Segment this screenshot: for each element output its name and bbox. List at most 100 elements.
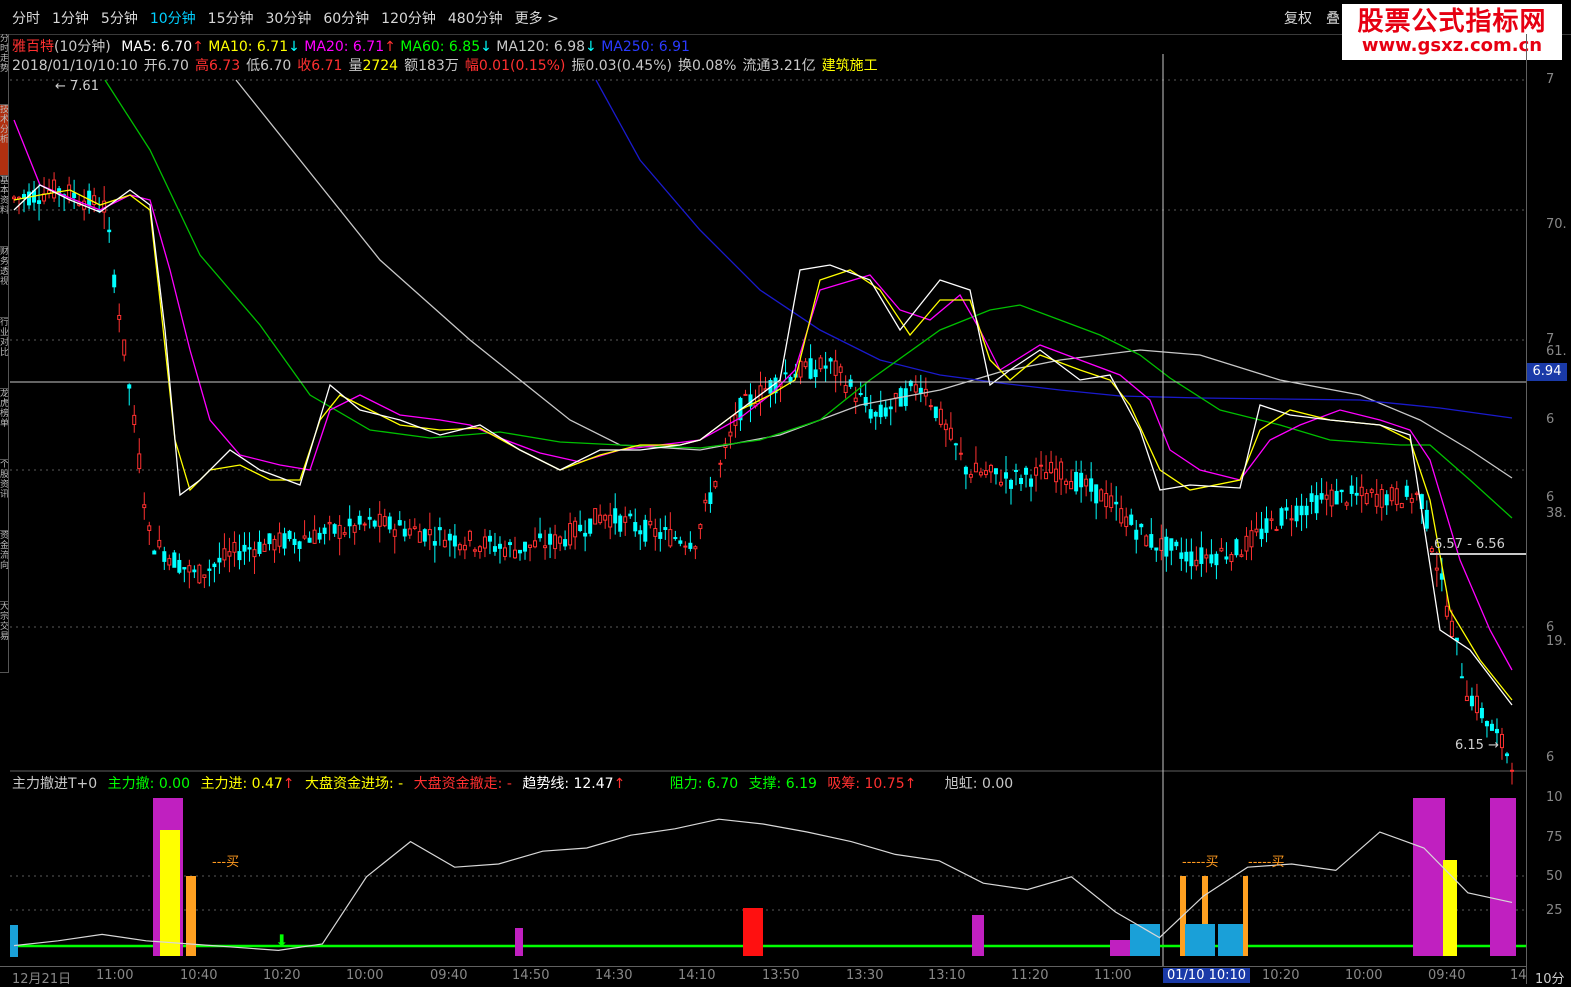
candle-body [1054, 468, 1059, 483]
kline-chart[interactable]: ← 7.61 6.57 - 6.56 6.15 → ---买 -----买 --… [0, 0, 1571, 984]
candle-body [177, 559, 182, 573]
candle-body [502, 547, 507, 557]
candle-body [1469, 695, 1474, 707]
candle-body [432, 541, 437, 546]
candle-body [492, 546, 497, 552]
candle-body [1279, 508, 1284, 526]
candle-body [578, 524, 583, 532]
candle-body [282, 533, 287, 549]
axis-tick: 6 [1546, 490, 1555, 505]
candle-body [783, 372, 788, 375]
candle-body [1094, 484, 1099, 504]
candle-body [608, 514, 613, 528]
candle-body [613, 508, 618, 524]
candle-body [1384, 494, 1389, 506]
candle-body [1329, 489, 1334, 507]
candle-body [252, 549, 257, 558]
candle-body [1259, 528, 1264, 540]
axis-tick: 6 [1546, 412, 1555, 427]
time-label: 13:30 [846, 968, 884, 983]
candle-body [1219, 547, 1224, 552]
axis-tick: 38. [1546, 506, 1567, 521]
candle-body [447, 533, 452, 541]
candle-body [202, 574, 207, 579]
candle-body [698, 524, 703, 530]
candle-body [618, 515, 623, 532]
candle-body [1324, 494, 1329, 500]
candle-body [973, 462, 978, 473]
candle-body [858, 393, 863, 396]
candle-body [362, 523, 367, 526]
candle-body [628, 513, 633, 517]
candle-body [708, 492, 713, 505]
candle-body [1314, 495, 1319, 514]
candle-body [1379, 489, 1384, 508]
indicator-bar [1490, 798, 1516, 956]
time-label: 11:00 [1094, 968, 1132, 983]
candle-body [1354, 492, 1359, 496]
candle-body [1099, 489, 1104, 502]
candle-body [272, 538, 277, 551]
indicator-bar [743, 908, 763, 956]
candle-body [943, 423, 948, 431]
time-label: 11:00 [96, 968, 134, 983]
high-annotation: ← 7.61 [55, 79, 99, 94]
candle-body [1239, 554, 1244, 557]
candle-body [472, 549, 477, 552]
candle-body [392, 529, 397, 537]
candle-body [222, 548, 227, 561]
candle-body [242, 544, 247, 552]
candle-body [12, 196, 16, 200]
candle-body [523, 541, 528, 552]
candle-body [728, 431, 733, 437]
candle-body [543, 545, 548, 549]
candle-body [312, 529, 317, 544]
candle-body [633, 522, 638, 532]
candle-body [788, 377, 793, 382]
candle-body [1234, 539, 1239, 556]
candle-body [112, 274, 117, 288]
candle-body [117, 314, 122, 320]
candle-body [127, 384, 132, 389]
candle-body [1019, 478, 1024, 485]
candle-body [132, 414, 137, 426]
candle-body [963, 466, 968, 475]
candle-body [1084, 478, 1089, 487]
candle-body [1449, 620, 1454, 638]
period-axis-label: 10分 [1535, 972, 1565, 987]
candle-body [693, 546, 698, 550]
candle-body [157, 539, 162, 548]
candle-body [1074, 471, 1079, 492]
time-label: 10:40 [180, 968, 218, 983]
candle-body [462, 544, 467, 551]
candle-body [37, 200, 42, 204]
candle-body [1474, 695, 1479, 714]
candle-body [1399, 502, 1404, 509]
candle-body [1510, 769, 1514, 772]
candle-body [1359, 486, 1364, 497]
candle-body [1114, 501, 1119, 505]
candle-body [1139, 523, 1144, 528]
candle-body [818, 357, 823, 370]
candle-body [588, 518, 593, 534]
candle-body [1044, 472, 1049, 480]
candle-body [688, 542, 693, 549]
indicator-tick: 25 [1546, 903, 1563, 918]
indicator-tick: 50 [1546, 869, 1563, 884]
candle-body [152, 550, 157, 555]
candle-body [1189, 551, 1194, 567]
candle-body [718, 462, 723, 465]
time-label: 14:10 [678, 968, 716, 983]
candle-body [888, 406, 893, 410]
indicator-bar [972, 915, 984, 956]
candle-body [913, 384, 918, 393]
candle-body [142, 504, 147, 509]
time-label: 10:00 [1345, 968, 1383, 983]
candle-body [107, 229, 112, 233]
candle-body [873, 411, 878, 417]
ma20-line [13, 119, 1513, 671]
candle-body [638, 530, 643, 535]
axis-tick: 6 [1546, 750, 1555, 765]
candle-body [1269, 518, 1274, 521]
candle-body [983, 470, 988, 476]
